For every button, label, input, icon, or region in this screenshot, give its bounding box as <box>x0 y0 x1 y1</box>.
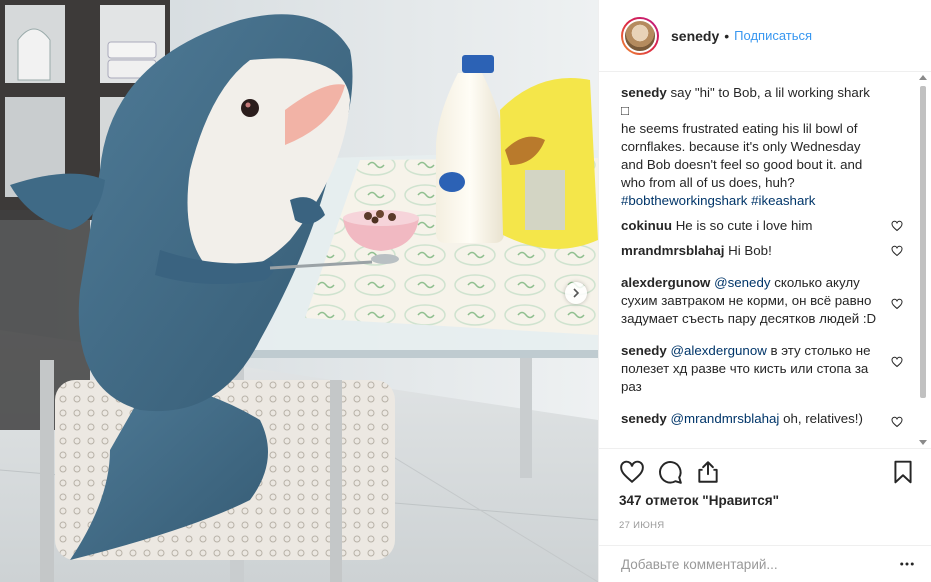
avatar[interactable] <box>621 16 659 55</box>
post-header: senedy • Подписаться <box>599 0 931 72</box>
comment-input[interactable] <box>619 555 883 573</box>
list-item: alexdergunow @senedy сколько акулу сухим… <box>621 274 903 328</box>
mention-link[interactable]: @alexdergunow <box>671 343 767 358</box>
shark-emoji-icon: □ <box>621 103 630 118</box>
list-item: senedy @alexdergunow в эту столько не по… <box>621 342 903 396</box>
header-username[interactable]: senedy <box>671 28 719 44</box>
more-icon[interactable] <box>898 555 916 573</box>
scroll-thumb[interactable] <box>920 86 926 398</box>
comment-username[interactable]: senedy <box>621 343 667 358</box>
next-photo-button[interactable] <box>565 282 587 304</box>
post-actions: 347 отметок "Нравится" 27 ИЮНЯ <box>599 448 931 531</box>
comment-username[interactable]: mrandmrsblahaj <box>621 243 724 258</box>
header-separator: • <box>724 27 730 44</box>
comment-icon[interactable] <box>657 459 683 485</box>
photo-illustration <box>0 0 598 582</box>
heart-icon[interactable] <box>891 245 903 257</box>
mention-link[interactable]: @senedy <box>714 275 770 290</box>
caption-text-1: say "hi" to Bob, a lil working shark <box>670 85 870 100</box>
comment-username[interactable]: cokinuu <box>621 218 672 233</box>
chevron-right-icon <box>573 288 580 298</box>
scroll-up-arrow[interactable] <box>919 75 927 80</box>
heart-icon[interactable] <box>891 298 903 310</box>
follow-button[interactable]: Подписаться <box>734 28 812 43</box>
post-photo[interactable] <box>0 0 598 582</box>
heart-icon[interactable] <box>619 459 645 485</box>
comment-username[interactable]: alexdergunow <box>621 275 710 290</box>
caption-username[interactable]: senedy <box>621 85 667 100</box>
list-item: mrandmrsblahaj Hi Bob! <box>621 242 903 260</box>
list-item: senedy @mrandmrsblahaj oh, relatives!) <box>621 410 903 428</box>
share-icon[interactable] <box>695 459 721 485</box>
list-item: cokinuu He is so cute i love him <box>621 217 903 235</box>
caption: senedy say "hi" to Bob, a lil working sh… <box>621 84 903 210</box>
comment-username[interactable]: senedy <box>621 411 667 426</box>
post-side-panel: senedy • Подписаться senedy say "hi" to … <box>598 0 931 582</box>
add-comment-bar <box>599 545 931 582</box>
bookmark-icon[interactable] <box>890 459 916 485</box>
heart-icon[interactable] <box>891 416 903 428</box>
hashtag-link[interactable]: #bobtheworkingshark <box>621 193 747 208</box>
comments-scrollbar[interactable] <box>917 72 929 448</box>
caption-text-2: he seems frustrated eating his lil bowl … <box>621 121 863 190</box>
hashtag-link[interactable]: #ikeashark <box>751 193 815 208</box>
scroll-down-arrow[interactable] <box>919 440 927 445</box>
post-date: 27 ИЮНЯ <box>619 520 665 531</box>
comment-text: He is so cute i love him <box>675 218 813 233</box>
heart-icon[interactable] <box>891 356 903 368</box>
comment-text: oh, relatives!) <box>783 411 863 426</box>
post-dialog: senedy • Подписаться senedy say "hi" to … <box>0 0 931 582</box>
comments-list[interactable]: senedy say "hi" to Bob, a lil working sh… <box>599 72 917 448</box>
comment-text: Hi Bob! <box>728 243 772 258</box>
mention-link[interactable]: @mrandmrsblahaj <box>671 411 780 426</box>
heart-icon[interactable] <box>891 220 903 232</box>
action-icons <box>619 449 916 495</box>
likes-count[interactable]: 347 отметок "Нравится" <box>619 493 916 508</box>
